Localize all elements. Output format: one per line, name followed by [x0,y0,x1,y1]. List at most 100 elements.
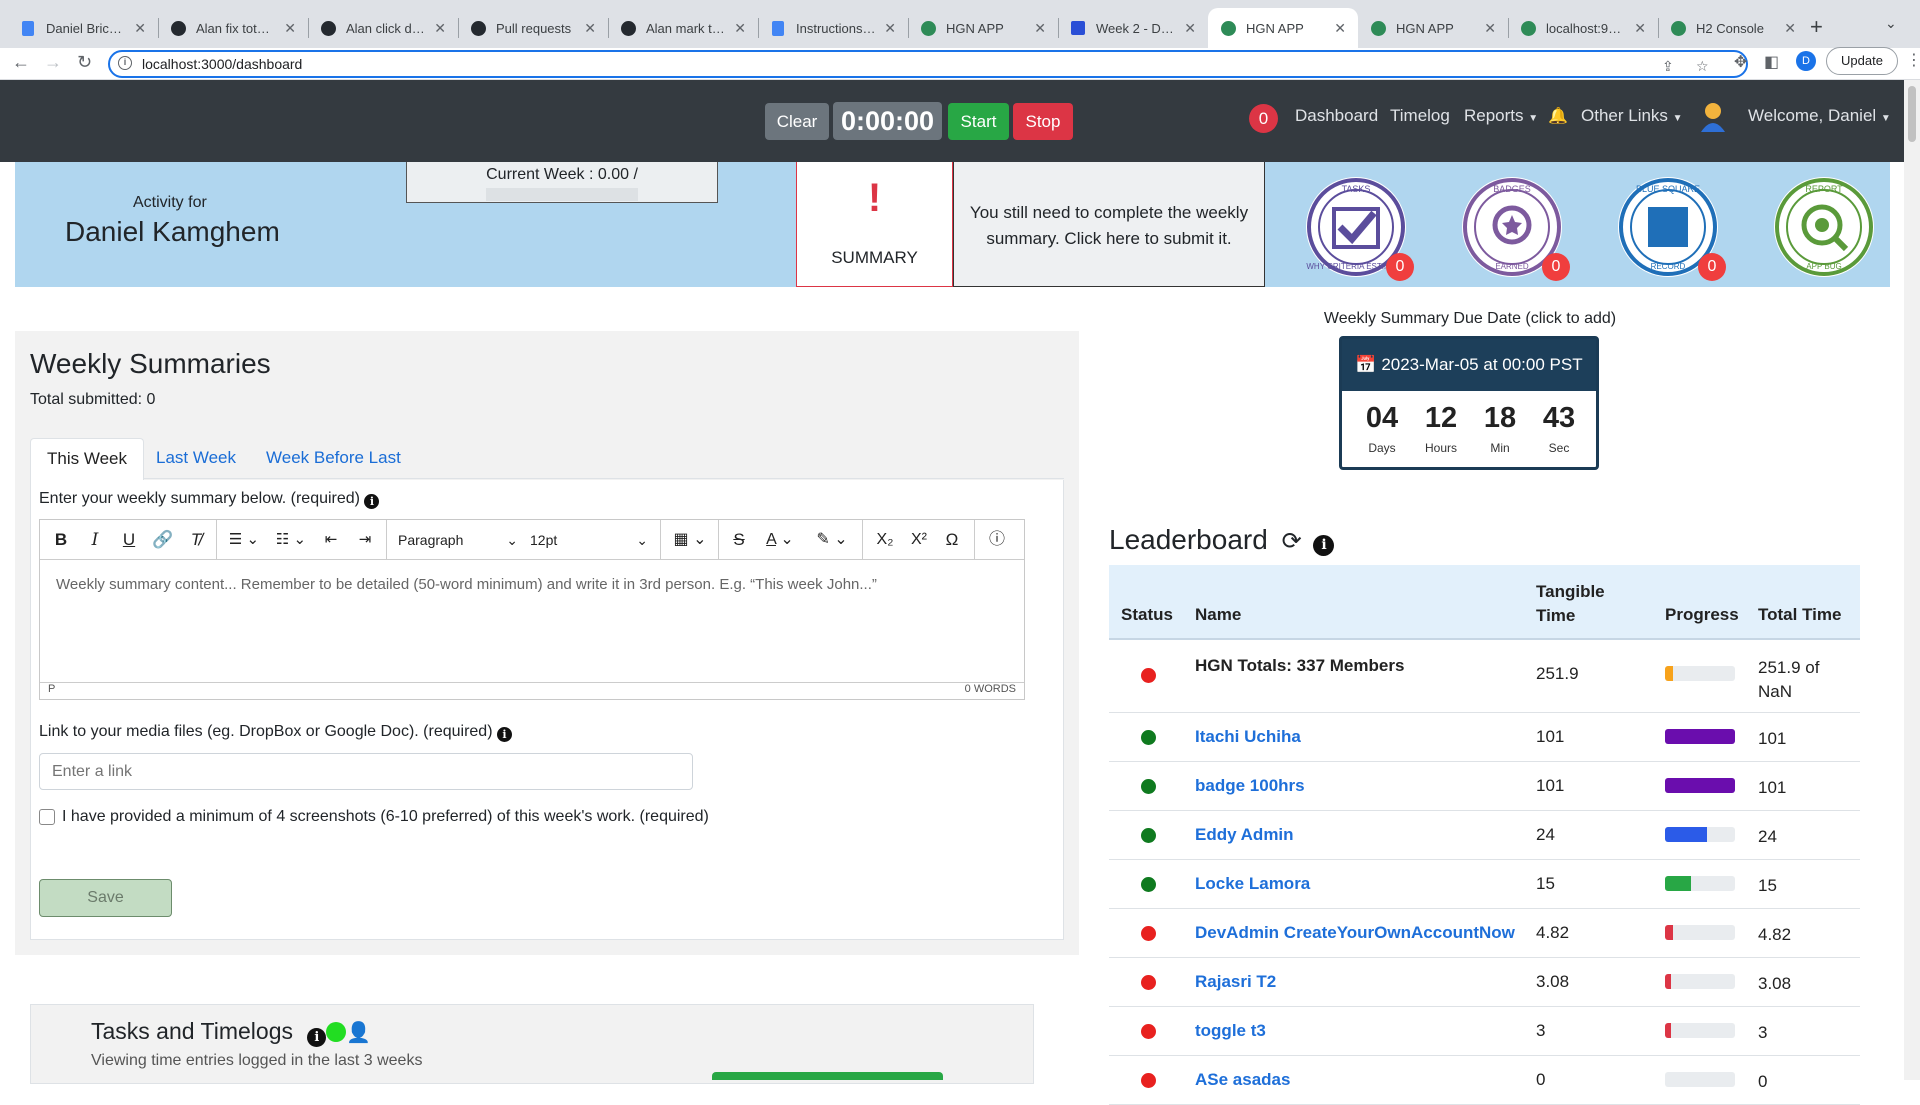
screenshots-checkbox[interactable] [39,809,55,825]
highlight-icon[interactable]: ✎ ⌄ [810,520,854,560]
reload-icon[interactable]: ↻ [77,52,92,73]
col-status[interactable]: Status [1121,605,1173,625]
close-tab-icon[interactable]: ✕ [1784,20,1796,37]
tasks-action-button[interactable] [712,1072,943,1080]
status-dot-icon[interactable] [1141,975,1156,990]
close-tab-icon[interactable]: ✕ [1334,20,1346,37]
scrollbar-thumb[interactable] [1908,86,1916,142]
clear-formatting-icon[interactable]: T̸ [184,520,208,560]
user-avatar-icon[interactable] [1698,100,1728,139]
special-character-icon[interactable]: Ω [940,520,964,560]
close-tab-icon[interactable]: ✕ [1484,20,1496,37]
status-dot-icon[interactable] [326,1022,347,1042]
browser-tab[interactable]: Daniel Brice Ka ✕ [8,8,158,48]
browser-tab[interactable]: localhost:9191 ✕ [1508,8,1658,48]
status-dot-icon[interactable] [1141,730,1156,745]
tab-week-before-last[interactable]: Week Before Last [250,438,417,481]
close-tab-icon[interactable]: ✕ [1634,20,1646,37]
media-link-input[interactable] [39,753,693,790]
close-tab-icon[interactable]: ✕ [734,20,746,37]
new-tab-icon[interactable]: + [1810,14,1823,40]
back-icon[interactable]: ← [12,52,30,73]
profile-avatar[interactable]: D [1796,51,1816,71]
browser-tab[interactable]: Week 2 - Dropb ✕ [1058,8,1208,48]
strikethrough-icon[interactable]: S [728,520,750,560]
info-icon[interactable]: i [1313,535,1335,556]
member-name[interactable]: toggle t3 [1195,1021,1266,1041]
member-name[interactable]: Locke Lamora [1195,874,1310,894]
bookmark-star-icon[interactable]: ☆ [1696,54,1709,78]
superscript-icon[interactable]: X² [906,520,932,560]
url-input[interactable]: i localhost:3000/dashboard ⇪ ☆ [108,50,1748,78]
close-tab-icon[interactable]: ✕ [134,20,146,37]
forward-icon[interactable]: → [44,52,62,73]
bell-icon[interactable]: 🔔 [1548,106,1568,126]
nav-reports[interactable]: Reports ▼ [1464,106,1538,126]
font-size-select[interactable]: 12pt ⌄ [530,520,648,560]
status-dot-icon[interactable] [1141,1073,1156,1088]
browser-tab[interactable]: Alan mark task ✕ [608,8,758,48]
user-icon[interactable]: 👤 [346,1022,371,1044]
browser-tab[interactable]: Pull requests ✕ [458,8,608,48]
tab-search-icon[interactable]: ⌄ [1885,15,1897,32]
side-panel-icon[interactable]: ◧ [1764,52,1779,72]
col-progress[interactable]: Progress [1665,605,1739,625]
help-icon[interactable]: ⓘ [984,520,1010,560]
text-color-icon[interactable]: A ⌄ [760,520,800,560]
stop-timer-button[interactable]: Stop [1013,103,1073,140]
close-tab-icon[interactable]: ✕ [1034,20,1046,37]
refresh-icon[interactable]: ⟳ [1282,528,1302,555]
member-name[interactable]: badge 100hrs [1195,776,1305,796]
summary-reminder-message[interactable]: You still need to complete the weekly su… [953,162,1265,287]
member-name[interactable]: DevAdmin CreateYourOwnAccountNow [1195,923,1515,943]
info-icon[interactable]: i [496,727,512,742]
col-tangible-time[interactable]: Tangible Time [1536,580,1616,628]
member-name[interactable]: Rajasri T2 [1195,972,1276,992]
tab-last-week[interactable]: Last Week [140,438,252,481]
close-tab-icon[interactable]: ✕ [1184,20,1196,37]
link-icon[interactable]: 🔗 [150,520,176,560]
clear-timer-button[interactable]: Clear [765,103,829,140]
report-bug-badge-icon[interactable]: REPORT APP BUG [1774,177,1874,277]
status-dot-icon[interactable] [1141,1024,1156,1039]
status-dot-icon[interactable] [1141,926,1156,941]
subscript-icon[interactable]: X₂ [872,520,898,560]
browser-tab[interactable]: Alan click dot p ✕ [308,8,458,48]
member-name[interactable]: ASe asadas [1195,1070,1290,1090]
nav-other-links[interactable]: Other Links ▼ [1581,106,1683,126]
outdent-icon[interactable]: ⇤ [320,520,342,560]
close-tab-icon[interactable]: ✕ [884,20,896,37]
tab-this-week[interactable]: This Week [30,438,144,481]
browser-tab[interactable]: Alan fix total s ✕ [158,8,308,48]
info-icon[interactable]: i [307,1028,327,1047]
site-info-icon[interactable]: i [118,56,132,70]
underline-icon[interactable]: U [118,520,140,560]
close-tab-icon[interactable]: ✕ [434,20,446,37]
due-date-label[interactable]: Weekly Summary Due Date (click to add) [1322,310,1618,328]
info-icon[interactable]: i [364,494,380,509]
browser-tab[interactable]: HGN APP ✕ [908,8,1058,48]
due-date-countdown[interactable]: 📅 2023-Mar-05 at 00:00 PST 04 Days 12 Hour… [1339,336,1599,470]
col-name[interactable]: Name [1195,605,1241,625]
browser-tab[interactable]: HGN APP ✕ [1358,8,1508,48]
notification-count-badge[interactable]: 0 [1249,104,1278,133]
browser-menu-icon[interactable]: ⋮ [1906,50,1920,70]
summary-alert-box[interactable]: ! SUMMARY [796,162,953,287]
status-dot-icon[interactable] [1141,877,1156,892]
status-dot-icon[interactable] [1141,779,1156,794]
share-icon[interactable]: ⇪ [1662,54,1674,78]
page-scrollbar[interactable] [1904,80,1920,1080]
save-button[interactable]: Save [39,879,172,917]
nav-welcome-user[interactable]: Welcome, Daniel ▼ [1748,106,1891,126]
browser-tab[interactable]: H2 Console ✕ [1658,8,1808,48]
paragraph-select[interactable]: Paragraph ⌄ [398,520,518,560]
indent-icon[interactable]: ⇥ [354,520,376,560]
bold-icon[interactable]: B [50,520,72,560]
col-total-time[interactable]: Total Time [1758,605,1841,625]
bullet-list-icon[interactable]: ☰ ⌄ [226,520,262,560]
nav-dashboard[interactable]: Dashboard [1295,106,1378,126]
update-button[interactable]: Update [1826,47,1898,75]
table-icon[interactable]: ▦ ⌄ [670,520,710,560]
numbered-list-icon[interactable]: ☷ ⌄ [272,520,310,560]
status-dot-icon[interactable] [1141,828,1156,843]
